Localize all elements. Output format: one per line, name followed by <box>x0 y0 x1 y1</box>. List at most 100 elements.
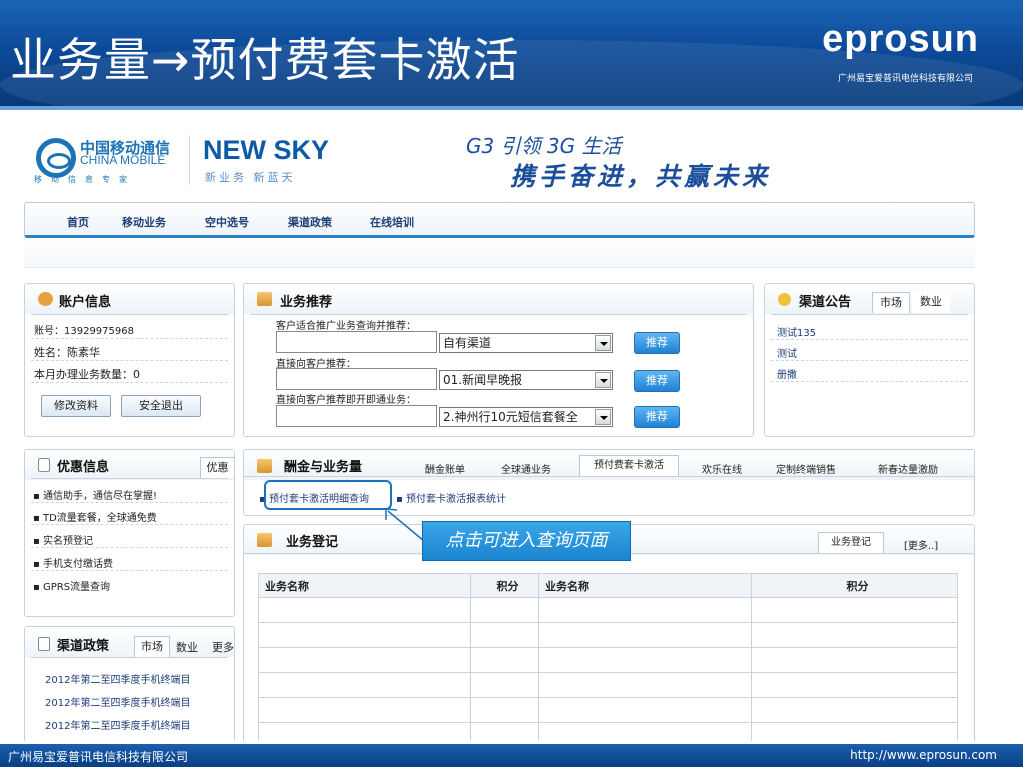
rewards-tab[interactable]: 欢乐在线 <box>702 461 742 476</box>
column-header: 积分 <box>751 573 958 598</box>
callout-bubble: 点击可进入查询页面 <box>422 521 631 561</box>
slide-title: 业务量→预付费套卡激活 <box>10 33 520 87</box>
folder-icon <box>257 533 272 547</box>
notice-tab-market[interactable]: 市场 <box>872 292 910 313</box>
policy-item[interactable]: 2012年第二至四季度手机终端目 <box>45 671 190 686</box>
recommend-button-2[interactable]: 推荐 <box>634 370 680 392</box>
logout-button[interactable]: 安全退出 <box>121 395 201 417</box>
promo-panel: 优惠信息 优惠 ▪ 通信助手，通信尽在掌握! ▪ TD流量套餐，全球通免费 ▪ … <box>24 449 235 617</box>
rewards-tab[interactable]: 新春达量激励 <box>878 461 938 476</box>
logo-company-name: 广州易宝爱普讯电信科技有限公司 <box>837 74 973 84</box>
document-icon <box>38 637 50 651</box>
promo-item[interactable]: ▪ 通信助手，通信尽在掌握! <box>33 487 157 502</box>
notice-panel: 渠道公告 市场 数业 测试135 测试 册撒 <box>764 283 975 437</box>
promo-item[interactable]: ▪ 实名预登记 <box>33 532 93 547</box>
table-row <box>258 697 958 723</box>
column-header: 业务名称 <box>258 573 471 598</box>
register-title: 业务登记 <box>286 535 339 550</box>
column-header: 积分 <box>470 573 539 598</box>
table-row <box>258 597 958 623</box>
recommend-title: 业务推荐 <box>280 295 333 310</box>
rewards-title: 酬金与业务量 <box>284 460 363 475</box>
slide: 业务量→预付费套卡激活 eprosun 广州易宝爱普讯电信科技有限公司 中国移动… <box>0 0 1023 767</box>
recommend-panel: 业务推荐 客户适合推广业务查询并推荐： 自有渠道 推荐 直接向客户推荐： 01.… <box>243 283 754 437</box>
nav-band <box>24 242 975 268</box>
speaker-icon <box>778 293 791 306</box>
callout-pointer <box>385 508 425 542</box>
rewards-tab[interactable]: 酬金账单 <box>425 461 465 476</box>
china-mobile-en: CHINA MOBILE <box>80 153 166 167</box>
policy-tab-market[interactable]: 市场 <box>134 636 170 657</box>
slogan-line-2: 携手奋进，共赢未来 <box>510 162 772 191</box>
instant-recommend-input[interactable] <box>276 405 437 427</box>
promo-title: 优惠信息 <box>57 460 110 475</box>
nav-home[interactable]: 首页 <box>67 214 89 230</box>
table-row <box>258 647 958 673</box>
account-name: 姓名：陈素华 <box>34 346 100 359</box>
folder-icon <box>257 292 272 306</box>
package-select-value: 2.神州行10元短信套餐全 <box>443 410 578 424</box>
folder-icon <box>257 459 272 473</box>
activation-report-link[interactable]: ▪ 预付套卡激活报表统计 <box>396 490 506 505</box>
table-row <box>258 722 958 741</box>
account-title: 账户信息 <box>59 295 112 310</box>
slide-header: 业务量→预付费套卡激活 eprosun 广州易宝爱普讯电信科技有限公司 <box>0 0 1023 110</box>
channel-select[interactable]: 自有渠道 <box>439 333 613 353</box>
china-mobile-logo-icon <box>36 138 76 178</box>
eprosun-logo: eprosun <box>822 18 979 60</box>
document-icon <box>38 458 50 472</box>
notice-item[interactable]: 测试135 <box>777 324 816 339</box>
new-sky-logo: NEW SKY <box>203 135 330 165</box>
account-phone: 账号：13929975968 <box>34 326 134 337</box>
brand-divider <box>189 135 190 185</box>
chevron-down-icon[interactable] <box>595 372 611 388</box>
service-select[interactable]: 01.新闻早晚报 <box>439 370 613 390</box>
package-select[interactable]: 2.神州行10元短信套餐全 <box>439 407 613 427</box>
promo-tab[interactable]: 优惠 <box>200 457 234 478</box>
slide-footer: 广州易宝爱普讯电信科技有限公司 http://www.eprosun.com <box>0 744 1023 767</box>
notice-title: 渠道公告 <box>799 295 852 310</box>
register-tab[interactable]: 业务登记 <box>818 532 884 553</box>
column-header: 业务名称 <box>538 573 752 598</box>
promo-item[interactable]: ▪ TD流量套餐，全球通免费 <box>33 509 157 524</box>
nav-channel-policy[interactable]: 渠道政策 <box>288 214 332 230</box>
policy-item[interactable]: 2012年第二至四季度手机终端目 <box>45 717 190 732</box>
footer-company: 广州易宝爱普讯电信科技有限公司 <box>8 750 189 764</box>
promo-item[interactable]: ▪ GPRS流量查询 <box>33 578 110 593</box>
notice-item[interactable]: 册撒 <box>777 366 797 381</box>
channel-select-value: 自有渠道 <box>443 336 492 350</box>
recommend-button-3[interactable]: 推荐 <box>634 406 680 428</box>
policy-tab-more[interactable]: 更多 <box>212 639 234 655</box>
rewards-tab-active[interactable]: 预付费套卡激活 <box>579 455 679 476</box>
notice-tab-data[interactable]: 数业 <box>912 292 950 313</box>
direct-recommend-input[interactable] <box>276 368 437 390</box>
register-table: 业务名称 积分 业务名称 积分 <box>258 573 958 741</box>
policy-item[interactable]: 2012年第二至四季度手机终端目 <box>45 694 190 709</box>
table-row <box>258 672 958 698</box>
policy-tab-data[interactable]: 数业 <box>176 639 198 655</box>
recommend-label-1: 客户适合推广业务查询并推荐： <box>276 321 416 332</box>
new-sky-subtitle: 新业务 新蓝天 <box>205 171 296 184</box>
rewards-tab[interactable]: 定制终端销售 <box>776 461 836 476</box>
register-more-link[interactable]: [更多..] <box>904 537 938 552</box>
rewards-tab[interactable]: 全球通业务 <box>501 461 551 476</box>
recommend-button-1[interactable]: 推荐 <box>634 332 680 354</box>
policy-panel: 渠道政策 市场 数业 更多 2012年第二至四季度手机终端目 2012年第二至四… <box>24 626 235 741</box>
policy-title: 渠道政策 <box>57 639 110 654</box>
footer-url[interactable]: http://www.eprosun.com <box>850 748 997 762</box>
portal-screenshot: 中国移动通信 CHINA MOBILE 移动信息专家 NEW SKY 新业务 新… <box>12 115 1012 741</box>
recommend-label-3: 直接向客户推荐即开即通业务： <box>276 395 416 406</box>
customer-query-input[interactable] <box>276 331 437 353</box>
chevron-down-icon[interactable] <box>595 335 611 351</box>
edit-profile-button[interactable]: 修改资料 <box>41 395 111 417</box>
nav-mobile-business[interactable]: 移动业务 <box>122 214 166 230</box>
notice-item[interactable]: 测试 <box>777 345 797 360</box>
chevron-down-icon[interactable] <box>595 409 611 425</box>
slogan-line-1: G3 引领 3G 生活 <box>466 134 622 158</box>
link-highlight-box <box>264 480 392 510</box>
account-monthly-count: 本月办理业务数量：0 <box>34 368 140 381</box>
nav-number-selection[interactable]: 空中选号 <box>205 214 249 230</box>
promo-item[interactable]: ▪ 手机支付缴话费 <box>33 555 113 570</box>
table-row <box>258 622 958 648</box>
nav-online-training[interactable]: 在线培训 <box>370 214 414 230</box>
